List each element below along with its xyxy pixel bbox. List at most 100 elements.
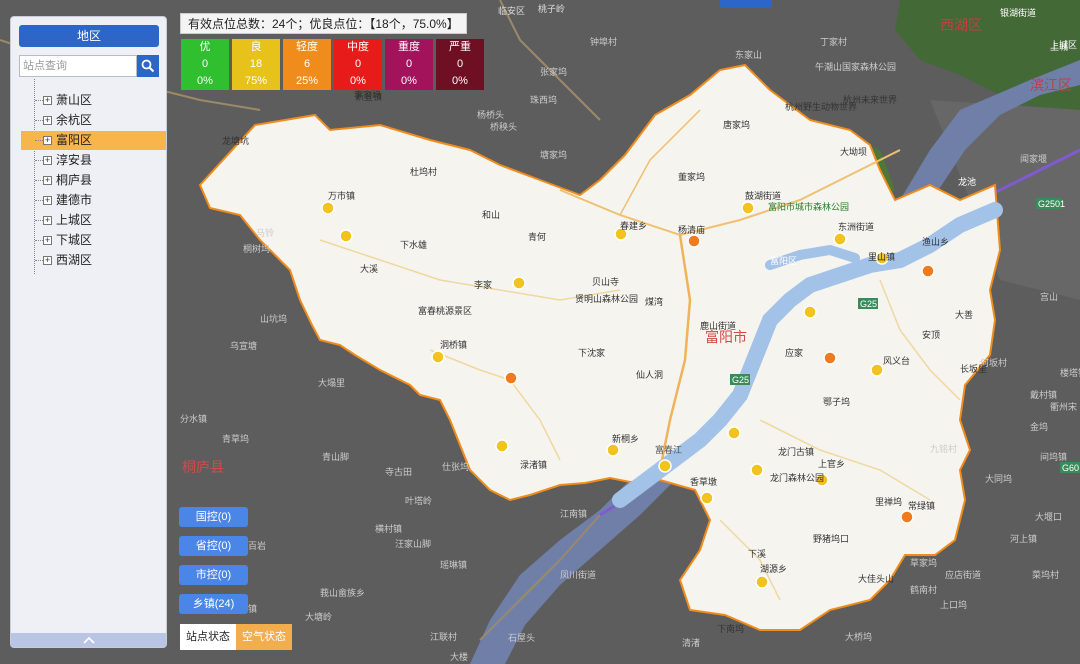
map-label: 塘家坞 <box>540 149 567 160</box>
map-label: 董家坞 <box>678 171 705 182</box>
station-search-input[interactable] <box>19 55 137 77</box>
legend-good[interactable]: 良 18 75% <box>232 39 280 90</box>
expand-icon[interactable]: + <box>43 156 52 165</box>
legend-severe[interactable]: 严重 0 0% <box>436 39 484 90</box>
map-label: 杭州未来世界 <box>843 94 897 105</box>
tree-item-label: 西湖区 <box>56 253 93 267</box>
highway-label: G25 <box>860 299 877 309</box>
map-label: 新桐乡 <box>612 433 639 444</box>
map-label: 丁家村 <box>820 36 847 47</box>
provincial-control-button[interactable]: 省控(0) <box>179 536 248 556</box>
map-label: 龙塘坑 <box>222 135 249 146</box>
map-label: 寺古田 <box>385 466 412 477</box>
highway-label: G2501 <box>1038 199 1065 209</box>
expand-icon[interactable]: + <box>43 136 52 145</box>
map-label: 银湖街道 <box>1000 7 1036 18</box>
expand-icon[interactable]: + <box>43 256 52 265</box>
map-label: 常绿镇 <box>908 500 935 511</box>
map-label: 野猪坞口 <box>813 533 849 544</box>
map-label: 鹿山街道 <box>700 320 736 331</box>
municipal-control-button[interactable]: 市控(0) <box>179 565 248 585</box>
map-label: 鹤南村 <box>910 584 937 595</box>
map-label: 凤川街道 <box>560 569 596 580</box>
expand-icon[interactable]: + <box>43 196 52 205</box>
map-label: 上口坞 <box>940 599 967 610</box>
expand-icon[interactable]: + <box>43 236 52 245</box>
expand-icon[interactable]: + <box>43 96 52 105</box>
map-label: 李家坞 <box>354 89 381 100</box>
chevron-up-icon <box>82 636 95 644</box>
map-label: 青何 <box>528 231 546 242</box>
map-label: 戴村镇 <box>1030 389 1057 400</box>
status-tabs: 站点状态 空气状态 <box>180 624 292 650</box>
legend-moderate[interactable]: 中度 0 0% <box>334 39 382 90</box>
legend-light[interactable]: 轻度 6 25% <box>283 39 331 90</box>
top-collapse-tab[interactable] <box>720 0 772 8</box>
legend-excellent[interactable]: 优 0 0% <box>181 39 229 90</box>
map-label: 大塘岭 <box>305 611 332 622</box>
panel-collapse-button[interactable] <box>11 633 166 647</box>
search-button[interactable] <box>137 55 159 77</box>
map-label: 楼塔镇 <box>1060 367 1080 378</box>
map-label: 富春江 <box>655 444 682 455</box>
map-label: 衢州宋 <box>1050 401 1077 412</box>
map-label: 仙人洞 <box>636 369 663 380</box>
map-label: 西湖区 <box>940 17 982 33</box>
tree-item-chunan[interactable]: + 淳安县 <box>21 151 166 170</box>
map-label: 马铃 <box>256 227 274 238</box>
map-label: 龙门古镇 <box>778 446 814 457</box>
tree-item-label: 余杭区 <box>56 113 93 127</box>
map-label: 百岩 <box>248 540 266 551</box>
tab-air-status[interactable]: 空气状态 <box>236 624 292 650</box>
tree-item-jiande[interactable]: + 建德市 <box>21 191 166 210</box>
map-label: 富阳市城市森林公园 <box>768 201 849 212</box>
region-panel: 地区 + 萧山区 + 余杭区 + 富阳区 + <box>10 16 167 648</box>
expand-icon[interactable]: + <box>43 216 52 225</box>
map-label: 和山 <box>482 210 500 220</box>
map-label: 下溪 <box>748 548 766 559</box>
map-label: 煤湾 <box>645 296 663 307</box>
highway-label: G25 <box>732 375 749 385</box>
map-label: 山坑坞 <box>260 313 287 324</box>
map-label: 富阳区 <box>770 255 797 266</box>
map-label: 间坞镇 <box>1040 451 1067 462</box>
tree-item-tonglu[interactable]: + 桐庐县 <box>21 171 166 190</box>
map-label: 桥秧头 <box>490 121 517 132</box>
map-label: 富春桃源景区 <box>418 305 472 316</box>
map-label: 鄂子坞 <box>823 396 850 407</box>
map-label: 杨桥头 <box>477 109 504 120</box>
map-label: 叶塔岭 <box>405 495 432 506</box>
map-label: 珠西坞 <box>530 94 557 105</box>
map-label: 大佳头山 <box>858 573 894 584</box>
map-label: 仕张坞 <box>442 461 469 472</box>
map-label: 洞桥镇 <box>440 339 467 350</box>
map-label: 大桥坞 <box>845 631 872 642</box>
expand-icon[interactable]: + <box>43 176 52 185</box>
map-label: 李家 <box>474 279 492 290</box>
map-label: 杨清庙 <box>678 224 705 235</box>
tab-station-status[interactable]: 站点状态 <box>180 624 236 650</box>
tree-item-shangcheng[interactable]: + 上城区 <box>21 211 166 230</box>
map-label: 湖源乡 <box>760 564 787 574</box>
map-label: 菜坞村 <box>1032 569 1059 580</box>
map-label: 金坞 <box>1030 421 1048 432</box>
map-label: 大坳坝 <box>840 146 867 157</box>
expand-icon[interactable]: + <box>43 116 52 125</box>
map-label: 清渚 <box>682 637 700 648</box>
search-icon <box>141 59 155 73</box>
map-label: 东家山 <box>735 49 762 60</box>
national-control-button[interactable]: 国控(0) <box>179 507 248 527</box>
map-label: 安顶 <box>922 329 940 340</box>
township-control-button[interactable]: 乡镇(24) <box>179 594 248 614</box>
map-label: 大同坞 <box>985 473 1012 484</box>
tree-item-yuhang[interactable]: + 余杭区 <box>21 111 166 130</box>
tree-item-xiaoshan[interactable]: + 萧山区 <box>21 91 166 110</box>
legend-heavy[interactable]: 重度 0 0% <box>385 39 433 90</box>
map-label: 石屋头 <box>508 633 535 643</box>
map-label: 唐家坞 <box>723 119 750 130</box>
map-label: 钟埠村 <box>590 36 617 47</box>
tree-item-xihu[interactable]: + 西湖区 <box>21 251 166 270</box>
map-label: 东洲街道 <box>838 221 874 232</box>
tree-item-xiacheng[interactable]: + 下城区 <box>21 231 166 250</box>
tree-item-fuyang[interactable]: + 富阳区 <box>21 131 166 150</box>
